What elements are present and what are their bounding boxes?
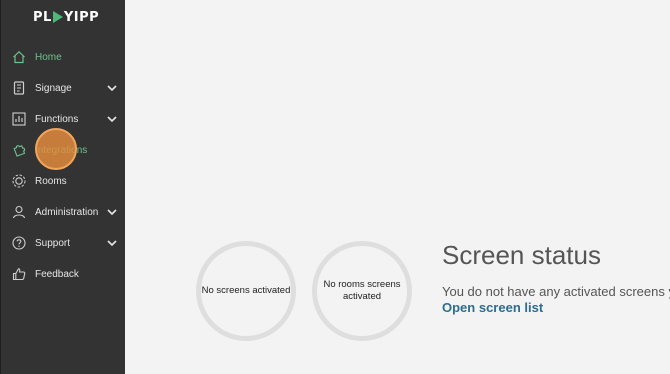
chevron-down-icon[interactable] xyxy=(106,113,118,125)
sidebar: PL YIPP Home Signage Functions In xyxy=(0,0,125,374)
screen-status-message: You do not have any activated screens y xyxy=(442,284,670,299)
sidebar-item-feedback[interactable]: Feedback xyxy=(1,260,126,288)
sidebar-item-rooms[interactable]: Rooms xyxy=(1,167,126,195)
sidebar-item-signage[interactable]: Signage xyxy=(1,74,126,102)
help-icon xyxy=(11,235,27,251)
screens-status-text: No screens activated xyxy=(201,285,291,296)
sidebar-item-label: Support xyxy=(35,237,71,249)
screen-status-title: Screen status xyxy=(442,240,601,270)
logo-text-right: YIPP xyxy=(63,9,100,25)
sidebar-item-label: Functions xyxy=(35,113,79,125)
chevron-down-icon[interactable] xyxy=(106,82,118,94)
rooms-icon xyxy=(11,173,27,189)
logo-play-icon xyxy=(52,11,63,23)
click-highlight xyxy=(35,128,77,170)
signage-icon xyxy=(11,80,27,96)
open-screen-list-link[interactable]: Open screen list xyxy=(442,300,543,315)
home-icon xyxy=(11,49,27,65)
sidebar-item-administration[interactable]: Administration xyxy=(1,198,126,226)
rooms-status-text: No rooms screens activated xyxy=(323,279,401,302)
chevron-down-icon[interactable] xyxy=(106,237,118,249)
rooms-status-ring: No rooms screens activated xyxy=(312,241,412,341)
user-icon xyxy=(11,204,27,220)
sidebar-item-label: Rooms xyxy=(35,175,67,187)
sidebar-item-label: Signage xyxy=(35,82,72,94)
thumbs-up-icon xyxy=(11,266,27,282)
playipp-logo[interactable]: PL YIPP xyxy=(33,8,99,26)
puzzle-icon xyxy=(11,142,27,158)
sidebar-item-label: Feedback xyxy=(35,268,79,280)
logo-text-left: PL xyxy=(33,9,52,25)
sidebar-item-label: Home xyxy=(35,51,62,63)
sidebar-item-support[interactable]: Support xyxy=(1,229,126,257)
sidebar-item-home[interactable]: Home xyxy=(1,43,126,71)
screens-status-ring: No screens activated xyxy=(196,241,296,341)
chevron-down-icon[interactable] xyxy=(106,206,118,218)
sidebar-item-label: Administration xyxy=(35,206,99,218)
functions-icon xyxy=(11,111,27,127)
